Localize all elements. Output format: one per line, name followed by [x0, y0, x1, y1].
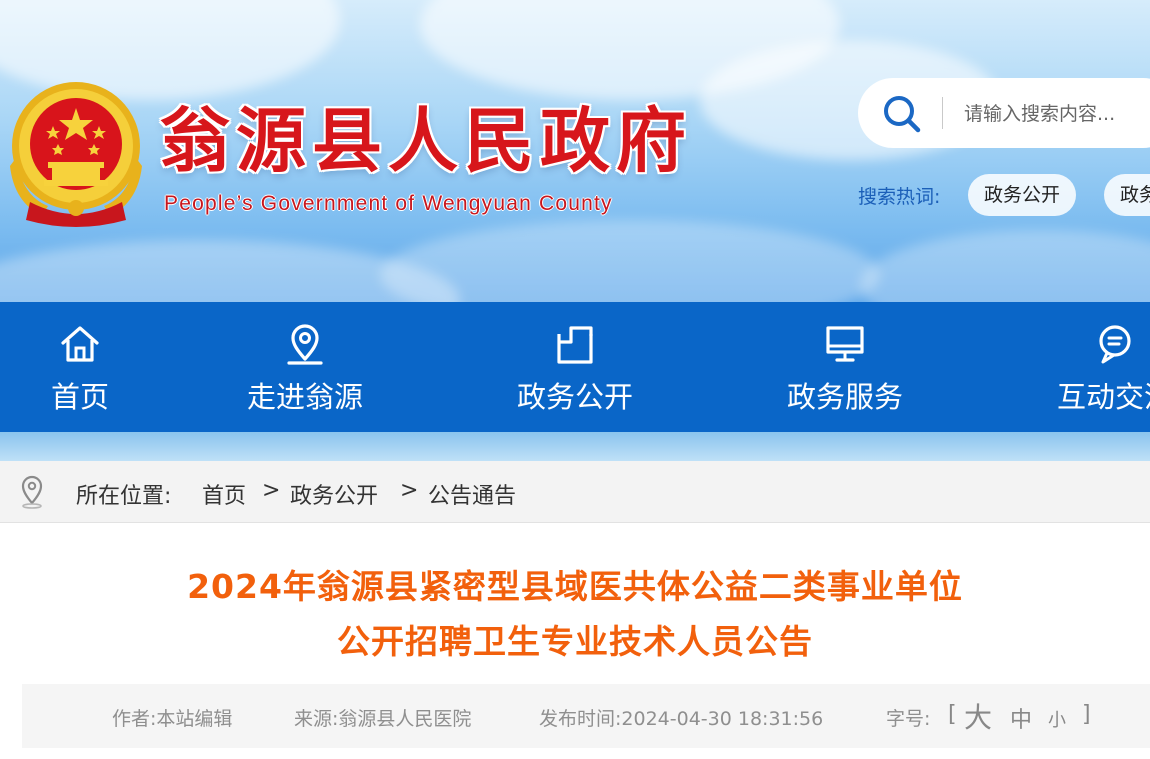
header-cloud [860, 230, 1150, 302]
chat-bubble-icon [1099, 325, 1131, 364]
article-title-line-1: 2024年翁源县紧密型县域医共体公益二类事业单位 [187, 567, 963, 606]
breadcrumb-separator: > [400, 478, 419, 503]
nav-item-interaction[interactable]: 互动交流 [1035, 302, 1150, 432]
font-size-label: 字号: [886, 708, 931, 730]
hot-search-tag[interactable]: 政务 [1104, 174, 1150, 216]
monitor-icon [826, 326, 864, 362]
site-subtitle: People’s Government of Wengyuan County [164, 192, 613, 215]
search-input[interactable] [962, 98, 1150, 130]
article-title-line-2: 公开招聘卫生专业技术人员公告 [337, 622, 813, 661]
article-source: 来源:翁源县人民医院 [294, 708, 472, 730]
font-size-large-button[interactable]: 大 [964, 696, 992, 736]
nav-item-about[interactable]: 走进翁源 [225, 302, 385, 432]
national-emblem-icon [10, 82, 142, 227]
location-icon [21, 475, 43, 509]
breadcrumb-link-home[interactable]: 首页 [202, 478, 246, 510]
breadcrumb: 所在位置: 首页 > 政务公开 > 公告通告 [0, 461, 1150, 523]
nav-item-services[interactable]: 政务服务 [765, 302, 925, 432]
nav-item-label: 走进翁源 [246, 380, 363, 414]
search-divider [942, 97, 943, 129]
main-nav: 首页 走进翁源 政务公开 政务服务 互动交流 [0, 302, 1150, 432]
nav-item-home[interactable]: 首页 [20, 302, 140, 432]
nav-item-label: 互动交流 [1056, 380, 1150, 414]
font-size-bracket: ] [1082, 702, 1091, 727]
nav-item-label: 政务公开 [516, 380, 633, 414]
font-size-bracket: [ [948, 702, 957, 727]
nav-item-label: 政务服务 [786, 380, 903, 414]
header-cloud [380, 220, 880, 302]
breadcrumb-separator: > [262, 478, 281, 503]
breadcrumb-prefix: 所在位置: [76, 484, 172, 509]
site-title: 翁源县人民政府 [160, 99, 692, 182]
folder-icon [557, 326, 593, 364]
home-icon [61, 326, 99, 362]
article-author: 作者:本站编辑 [112, 708, 233, 730]
hot-search-label: 搜索热词: [858, 186, 941, 208]
font-size-medium-button[interactable]: 中 [1010, 702, 1032, 734]
breadcrumb-link-government-affairs[interactable]: 政务公开 [290, 478, 378, 510]
article-meta-bar: 作者:本站编辑 来源:翁源县人民医院 发布时间:2024-04-30 18:31… [22, 684, 1150, 748]
search-box [858, 78, 1150, 148]
breadcrumb-link-notices[interactable]: 公告通告 [428, 478, 516, 510]
hot-search-tag[interactable]: 政务公开 [968, 174, 1077, 216]
article-publish-time: 发布时间:2024-04-30 18:31:56 [539, 708, 824, 730]
nav-item-label: 首页 [50, 380, 109, 414]
location-pin-icon [287, 324, 323, 365]
nav-shadow-band [0, 432, 1150, 461]
font-size-small-button[interactable]: 小 [1048, 706, 1066, 732]
nav-item-government-affairs[interactable]: 政务公开 [495, 302, 655, 432]
search-icon[interactable] [880, 92, 924, 136]
site-header: 翁源县人民政府 People’s Government of Wengyuan … [0, 0, 1150, 302]
